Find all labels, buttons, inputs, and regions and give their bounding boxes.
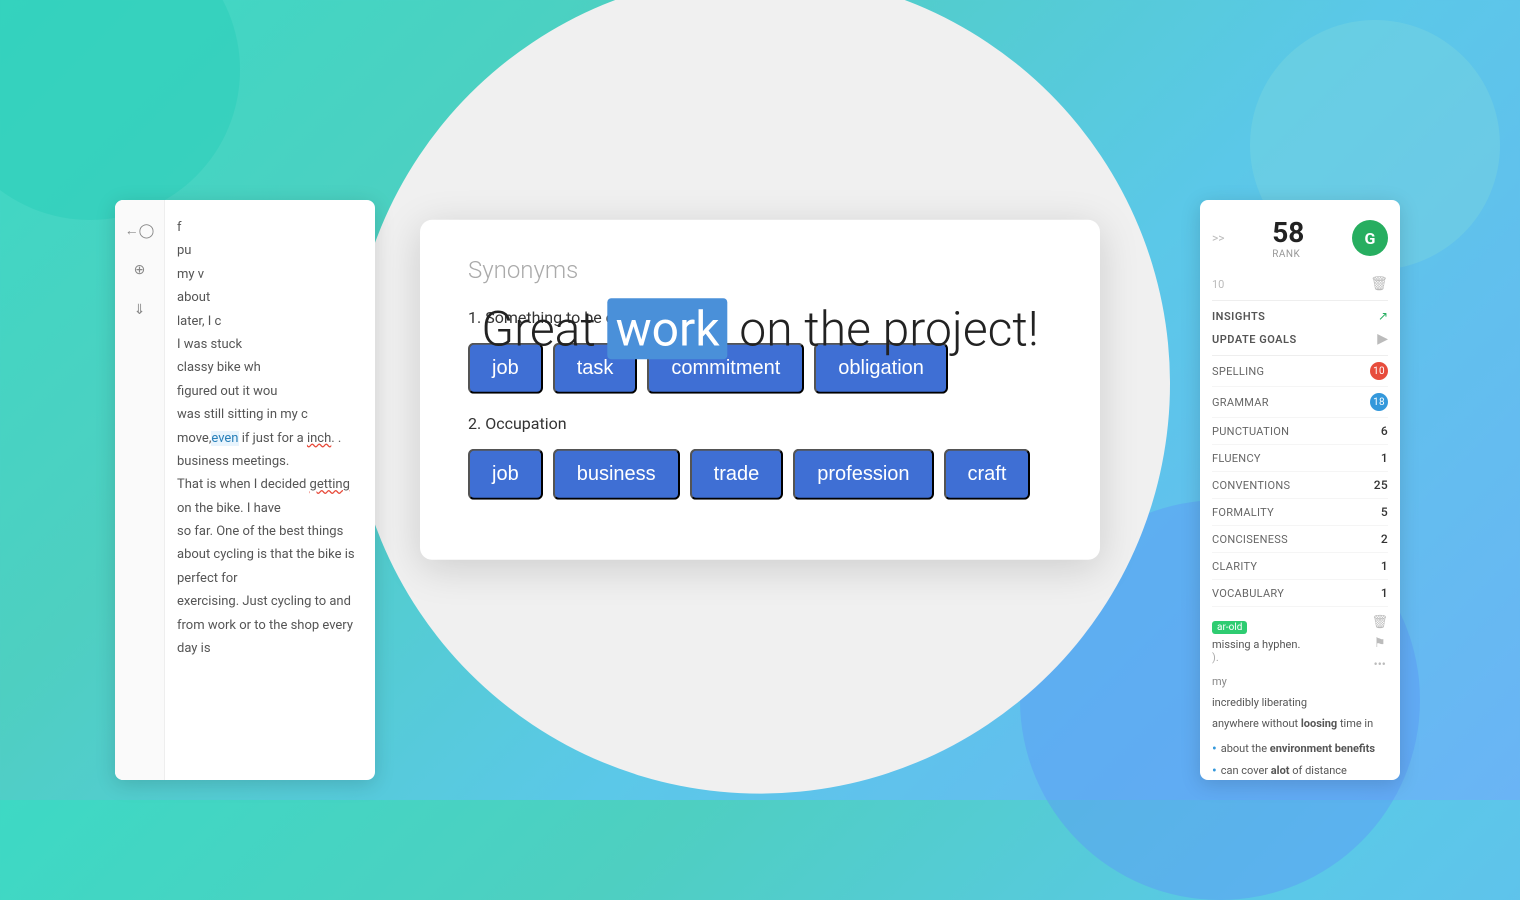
- tag-profession[interactable]: profession: [793, 449, 933, 500]
- formality-row: FORMALITY 5: [1212, 499, 1388, 526]
- conventions-label: CONVENTIONS: [1212, 479, 1290, 492]
- vocabulary-row: VOCABULARY 1: [1212, 580, 1388, 607]
- update-goals-label[interactable]: UPDATE GOALS: [1212, 333, 1297, 346]
- fluency-value: 1: [1381, 451, 1388, 465]
- vocabulary-label: VOCABULARY: [1212, 587, 1284, 600]
- clarity-label: CLARITY: [1212, 560, 1257, 573]
- clarity-row: CLARITY 1: [1212, 553, 1388, 580]
- tag-business[interactable]: business: [553, 449, 680, 500]
- settings-icon[interactable]: ▶: [1377, 331, 1388, 347]
- flag-icon[interactable]: ⚑: [1374, 636, 1386, 651]
- text-line: That is when I decided getting on the bi…: [177, 473, 363, 520]
- conciseness-value: 2: [1381, 532, 1388, 546]
- action-icons: 🗑 ⚑ •••: [1371, 615, 1388, 671]
- left-panel: ←◯ ⊕ ⇓ f pu my v about later, I c I was …: [115, 200, 375, 780]
- main-title: Great work on the project!: [481, 300, 1038, 357]
- punctuation-label: PUNCTUATION: [1212, 425, 1289, 438]
- add-icon[interactable]: ⊕: [126, 256, 154, 284]
- section-2-header: 2. Occupation: [468, 414, 1052, 433]
- conciseness-label: CONCISENESS: [1212, 533, 1288, 546]
- synonyms-card: Synonyms 1. Something to be done job tas…: [420, 220, 1100, 560]
- grammarly-icon: G: [1352, 220, 1388, 256]
- back-icon[interactable]: ←◯: [126, 216, 154, 244]
- spelling-row: SPELLING 10: [1212, 356, 1388, 387]
- bullet-dot-1: •: [1212, 742, 1217, 756]
- clarity-value: 1: [1381, 559, 1388, 573]
- text-line: figured out it wou: [177, 380, 363, 403]
- text-line: was still sitting in my c: [177, 403, 363, 426]
- rank-label: RANK: [1272, 249, 1300, 260]
- anywhere-text: anywhere without loosing time in: [1212, 717, 1388, 730]
- insights-label[interactable]: INSIGHTS: [1212, 310, 1265, 323]
- delete-icon[interactable]: 🗑: [1370, 276, 1388, 292]
- expand-button[interactable]: >>: [1212, 231, 1225, 245]
- title-highlight: work: [608, 298, 728, 359]
- grammar-badge: 18: [1370, 393, 1388, 411]
- tag-craft[interactable]: craft: [944, 449, 1031, 500]
- spelling-badge: 10: [1370, 362, 1388, 380]
- liberating-text: incredibly liberating: [1212, 696, 1388, 709]
- tag-job-2[interactable]: job: [468, 449, 543, 500]
- synonyms-title: Synonyms: [468, 256, 1052, 284]
- left-toolbar: ←◯ ⊕ ⇓: [115, 200, 165, 780]
- fluency-row: FLUENCY 1: [1212, 445, 1388, 472]
- text-line: later, I c: [177, 310, 363, 333]
- alert-area: ar-old missing a hyphen. ).: [1212, 615, 1371, 664]
- bullet-text-2: can cover alot of distance: [1221, 764, 1347, 777]
- bullet-text-1: about the environment benefits: [1221, 742, 1375, 755]
- grammar-row: GRAMMAR 18: [1212, 387, 1388, 418]
- spelling-label: SPELLING: [1212, 365, 1264, 378]
- panel-top: >> 58 RANK G: [1212, 216, 1388, 260]
- text-line: about: [177, 286, 363, 309]
- text-line: I was stuck: [177, 333, 363, 356]
- my-label: my: [1212, 675, 1388, 688]
- text-line: f: [177, 216, 363, 239]
- text-line: my v: [177, 263, 363, 286]
- title-after: on the project!: [728, 300, 1039, 357]
- section-2-number: 2.: [468, 414, 485, 433]
- title-before: Great: [481, 300, 607, 357]
- alert-text: missing a hyphen.: [1212, 638, 1371, 651]
- more-icon[interactable]: •••: [1374, 657, 1386, 671]
- formality-value: 5: [1381, 505, 1388, 519]
- bullet-2: • can cover alot of distance: [1212, 760, 1388, 780]
- text-line: so far. One of the best things about cyc…: [177, 520, 363, 590]
- text-line: exercising. Just cycling to and from wor…: [177, 590, 363, 660]
- count-label: 10: [1212, 278, 1224, 291]
- conciseness-row: CONCISENESS 2: [1212, 526, 1388, 553]
- bullet-dot-2: •: [1212, 764, 1217, 778]
- section-2-tags: job business trade profession craft: [468, 449, 1052, 500]
- editor-content: f pu my v about later, I c I was stuck c…: [165, 200, 375, 676]
- punctuation-row: PUNCTUATION 6: [1212, 418, 1388, 445]
- right-panel: >> 58 RANK G 10 🗑 INSIGHTS ↗ UPDATE GOAL…: [1200, 200, 1400, 780]
- conventions-row: CONVENTIONS 25: [1212, 472, 1388, 499]
- punctuation-value: 6: [1381, 424, 1388, 438]
- vocabulary-value: 1: [1381, 586, 1388, 600]
- alert-tag: ar-old: [1212, 621, 1247, 634]
- score-number: 58: [1272, 216, 1304, 249]
- text-line: pu: [177, 239, 363, 262]
- bg-blob-tl: [0, 0, 240, 220]
- conventions-value: 25: [1374, 478, 1388, 492]
- alert-sub: ).: [1212, 651, 1371, 664]
- section-2-label: Occupation: [485, 414, 566, 433]
- fluency-label: FLUENCY: [1212, 452, 1261, 465]
- text-line: business meetings.: [177, 450, 363, 473]
- tag-trade[interactable]: trade: [690, 449, 784, 500]
- download-icon[interactable]: ⇓: [126, 296, 154, 324]
- bullet-1: • about the environment benefits: [1212, 738, 1388, 760]
- formality-label: FORMALITY: [1212, 506, 1274, 519]
- text-line: move,even if just for a inch. .: [177, 427, 363, 450]
- delete-icon-2[interactable]: 🗑: [1371, 615, 1388, 630]
- insights-trend-icon[interactable]: ↗: [1378, 309, 1388, 323]
- text-line: classy bike wh: [177, 356, 363, 379]
- grammar-label: GRAMMAR: [1212, 396, 1269, 409]
